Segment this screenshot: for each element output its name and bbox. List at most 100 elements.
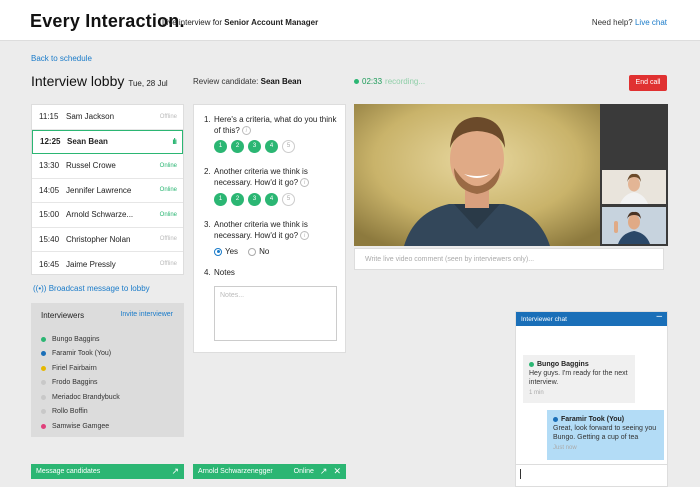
schedule-slot[interactable]: 11:15 Sam Jackson Offline	[32, 105, 183, 130]
video-comment-input[interactable]: Write live video comment (seen by interv…	[354, 248, 664, 270]
review-candidate: Review candidate: Sean Bean	[193, 77, 302, 86]
timer-value: 02:33	[362, 77, 383, 86]
main-video-feed	[354, 104, 600, 246]
interviewer-video-image	[602, 207, 666, 244]
expand-icon[interactable]: ↗	[320, 466, 328, 477]
question-number: 4.	[204, 268, 211, 277]
question-text: Notes	[214, 268, 235, 277]
schedule-slot[interactable]: 16:45 Jaime Pressly Offline	[32, 252, 183, 277]
interviewer-chat: Interviewer chat – Bungo Baggins Hey guy…	[515, 311, 668, 487]
chat-message: Bungo Baggins Hey guys. I'm ready for th…	[523, 355, 635, 403]
presence-dot-icon	[41, 423, 46, 429]
interviewer-item: Firiel Fairbairn	[41, 361, 181, 376]
chat-input[interactable]	[516, 464, 667, 486]
info-icon[interactable]: i	[300, 178, 310, 188]
notes-textarea[interactable]: Notes...	[214, 286, 337, 341]
back-to-schedule-link[interactable]: Back to schedule	[31, 54, 92, 63]
slot-status: Offline	[159, 113, 177, 120]
presence-dot-icon	[41, 351, 46, 357]
message-candidates-label: Message candidates	[36, 468, 101, 475]
broadcast-icon: ((•))	[33, 284, 47, 293]
slot-name: Jaime Pressly	[66, 259, 116, 269]
text-caret	[520, 469, 521, 479]
rating-option[interactable]: 2	[231, 140, 244, 153]
interviewer-item: Samwise Gamgee	[41, 419, 181, 434]
interviewer-video-thumb-1[interactable]	[602, 170, 666, 204]
rating-option[interactable]: 5	[282, 140, 295, 153]
candidate-video-image	[354, 104, 600, 246]
candidate-schedule: 11:15 Sam Jackson Offline 12:25 Sean Bea…	[31, 104, 184, 275]
interviewer-item: Bungo Baggins	[41, 332, 181, 347]
question-1: 1. Here's a criteria, what do you think …	[204, 114, 339, 136]
interviewer-name: Samwise Gamgee	[52, 422, 110, 430]
message-author: Faramir Took (You)	[553, 415, 658, 424]
interviewers-title: Interviewers	[41, 311, 85, 320]
recording-indicator-icon	[354, 79, 359, 85]
schedule-slot[interactable]: 14:05 Jennifer Lawrence Online	[32, 179, 183, 203]
question-text: Here's a criteria, what do you think of …	[214, 115, 337, 135]
presence-dot-icon	[41, 409, 46, 415]
invite-interviewer-link[interactable]: Invite interviewer	[120, 311, 173, 318]
slot-name: Jennifer Lawrence	[66, 185, 132, 195]
candidate-chat-bar[interactable]: Arnold Schwarzenegger Online ↗ ✕	[193, 464, 346, 479]
info-icon[interactable]: i	[300, 231, 310, 241]
slot-time: 14:05	[39, 185, 60, 195]
help-area: Need help? Live chat	[592, 18, 667, 27]
end-call-button[interactable]: End call	[629, 75, 667, 91]
criteria-panel: 1. Here's a criteria, what do you think …	[193, 104, 346, 353]
interviewer-list: Bungo Baggins Faramir Took (You) Firiel …	[41, 332, 181, 434]
message-text: Great, look forward to seeing you Bungo.…	[553, 425, 657, 441]
schedule-slot[interactable]: 13:30 Russel Crowe Online	[32, 154, 183, 179]
no-label: No	[259, 247, 270, 256]
live-chat-link[interactable]: Live chat	[635, 18, 667, 27]
message-text: Hey guys. I'm ready for the next intervi…	[529, 370, 628, 386]
candidate-chat-status: Online	[293, 468, 314, 475]
rating-scale-1: 1 2 3 4 5	[214, 140, 295, 153]
schedule-slot[interactable]: 15:00 Arnold Schwarze... Online	[32, 203, 183, 228]
message-author-name: Bungo Baggins	[537, 361, 589, 368]
close-icon[interactable]: ✕	[333, 466, 341, 477]
yes-option[interactable]: Yes	[214, 247, 238, 256]
interviewer-video-thumb-2[interactable]	[602, 207, 666, 244]
rating-option[interactable]: 5	[282, 193, 295, 206]
question-number: 2.	[204, 167, 211, 176]
message-author: Bungo Baggins	[529, 360, 629, 369]
slot-name: Sean Bean	[67, 137, 108, 147]
rating-option[interactable]: 2	[231, 193, 244, 206]
interviewer-item: Meriadoc Brandybuck	[41, 390, 181, 405]
question-text: Another criteria we think is necessary. …	[214, 167, 308, 187]
message-time: Just now	[553, 445, 577, 451]
info-icon[interactable]: i	[241, 126, 251, 136]
schedule-slot[interactable]: 15:40 Christopher Nolan Offline	[32, 228, 183, 252]
rating-option[interactable]: 3	[248, 140, 261, 153]
presence-dot-icon	[41, 365, 46, 371]
question-3: 3. Another criteria we think is necessar…	[204, 219, 339, 241]
app-header: Every Interaction. Live interview for Se…	[0, 0, 700, 41]
slot-status: Online	[159, 187, 177, 194]
rating-option[interactable]: 4	[265, 193, 278, 206]
review-candidate-name: Sean Bean	[260, 77, 302, 86]
rating-option[interactable]: 1	[214, 193, 227, 206]
radio-checked-icon[interactable]	[214, 247, 222, 256]
rating-option[interactable]: 4	[265, 140, 278, 153]
chat-header[interactable]: Interviewer chat –	[516, 311, 667, 326]
expand-icon[interactable]: ↗	[171, 466, 179, 477]
candidate-chat-name: Arnold Schwarzenegger	[198, 468, 273, 475]
broadcast-label: Broadcast message to lobby	[48, 284, 150, 293]
rating-option[interactable]: 3	[248, 193, 261, 206]
slot-time: 15:00	[39, 210, 60, 220]
subtitle-prefix: Live interview for	[162, 18, 225, 27]
question-number: 3.	[204, 220, 211, 229]
no-option[interactable]: No	[248, 247, 269, 256]
rating-option[interactable]: 1	[214, 140, 227, 153]
message-candidates-bar[interactable]: Message candidates ↗	[31, 464, 184, 479]
presence-dot-icon	[529, 361, 534, 367]
page-title: Interview lobby Tue, 28 Jul	[31, 73, 168, 89]
minimize-icon[interactable]: –	[656, 311, 662, 322]
schedule-slot-active[interactable]: 12:25 Sean Bean ılı	[32, 129, 183, 154]
message-author-name: Faramir Took (You)	[561, 416, 625, 423]
broadcast-link[interactable]: ((•)) Broadcast message to lobby	[33, 284, 150, 293]
slot-time: 13:30	[39, 161, 60, 171]
radio-unchecked-icon[interactable]	[248, 247, 257, 256]
page-title-text: Interview lobby	[31, 73, 125, 89]
